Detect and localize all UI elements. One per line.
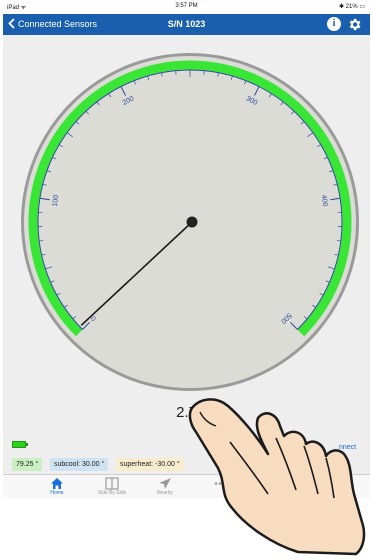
tap-hand-illustration xyxy=(188,398,366,556)
status-time: 3:57 PM xyxy=(175,3,198,9)
gauge-tick xyxy=(336,240,341,242)
page-title: S/N 1023 xyxy=(167,19,206,29)
tab-label: Nearby xyxy=(156,490,174,496)
status-bar: iPad ᯤ 3:57 PM ✱ 21% ▭ xyxy=(3,0,370,14)
home-icon xyxy=(51,478,63,489)
gauge-tick xyxy=(39,240,44,242)
superheat-chip: superheat: -30.00 ° xyxy=(116,458,184,471)
nav-bar: Connected Sensors S/N 1023 i xyxy=(3,14,370,35)
split-view-icon xyxy=(105,477,119,490)
temperature-chip: 79.25 ° xyxy=(12,458,43,471)
tab-home[interactable]: Home xyxy=(30,477,84,496)
info-icon[interactable]: i xyxy=(327,17,341,31)
battery-status: ✱ 21% ▭ xyxy=(338,4,365,10)
pressure-gauge: 0100200 300400500 xyxy=(21,53,359,391)
gear-icon[interactable] xyxy=(347,17,362,32)
location-arrow-icon xyxy=(159,478,171,489)
tab-label: Home xyxy=(50,490,64,496)
gauge-hub xyxy=(186,216,198,228)
sensor-battery-icon xyxy=(12,441,28,448)
subcool-chip: subcool: 30.00 ° xyxy=(50,458,109,471)
tab-side-by-side[interactable]: Side By Side xyxy=(85,477,139,496)
tab-label: Side By Side xyxy=(97,490,127,496)
